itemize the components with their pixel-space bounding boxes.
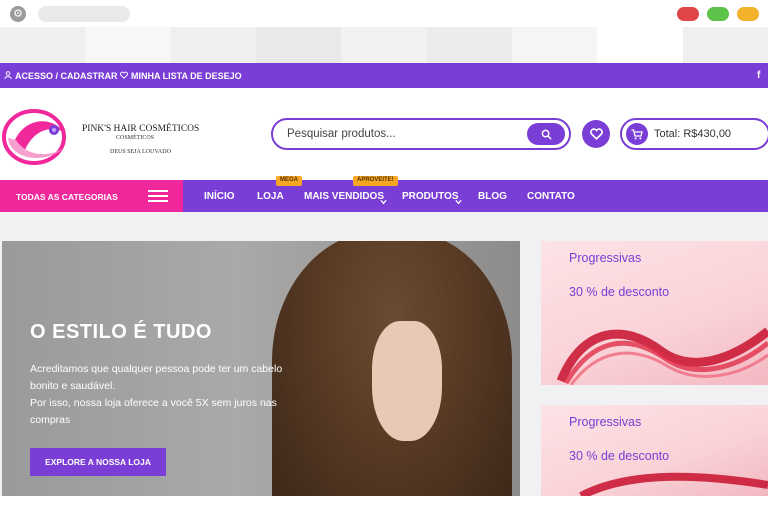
cart-icon [626, 123, 648, 145]
user-icon [4, 71, 12, 81]
menu-icon [148, 190, 168, 202]
account-label: ACESSO / CADASTRAR [15, 71, 118, 81]
tab[interactable] [341, 27, 427, 63]
close-window-icon[interactable] [677, 7, 699, 21]
minimize-window-icon[interactable] [737, 7, 759, 21]
address-bar[interactable] [38, 6, 130, 22]
explore-store-button[interactable]: EXPLORE A NOSSA LOJA [30, 448, 166, 476]
tab[interactable] [682, 27, 768, 63]
hero-title: O ESTILO É TUDO [30, 321, 212, 343]
page-bottom-edge [0, 496, 768, 512]
tab[interactable] [597, 27, 683, 63]
tab[interactable] [426, 27, 512, 63]
badge-mega: MEGA [276, 176, 302, 186]
chevron-down-icon [380, 192, 387, 210]
account-link[interactable]: ACESSO / CADASTRAR [4, 71, 118, 81]
nav-item-mais-vendidos[interactable]: MAIS VENDIDOS [304, 191, 384, 202]
logo-tagline: DEUS SEJA LOUVADO [110, 149, 171, 155]
store-logo[interactable]: PINK'S HAIR COSMÉTICOS COSMÉTICOS DEUS S… [2, 108, 199, 166]
nav-item-loja[interactable]: LOJA [257, 191, 284, 202]
cart-button[interactable]: Total: R$430,00 [620, 118, 768, 150]
cart-total: Total: R$430,00 [654, 128, 732, 140]
hero-text-line: Por isso, nossa loja oferece a você 5X s… [30, 397, 277, 409]
tab[interactable] [255, 27, 342, 63]
maximize-window-icon[interactable] [707, 7, 729, 21]
tab[interactable] [170, 27, 256, 63]
search-bar[interactable]: Pesquisar produtos... [271, 118, 571, 150]
logo-subtitle: COSMÉTICOS [116, 135, 155, 141]
tab[interactable] [511, 27, 598, 63]
hair-wave-image [556, 327, 768, 385]
tab-strip [0, 27, 768, 63]
chevron-down-icon [455, 192, 462, 210]
promo-title: Progressivas [569, 251, 642, 265]
hero-text-line: bonito e saudável. [30, 380, 116, 392]
all-categories-button[interactable]: TODAS AS CATEGORIAS [0, 180, 183, 212]
hero-text-line: Acreditamos que qualquer pessoa pode ter… [30, 363, 283, 375]
nav-item-blog[interactable]: BLOG [478, 191, 507, 202]
promo-title: Progressivas [569, 415, 642, 429]
promo-banner[interactable]: Progressivas 30 % de desconto [541, 405, 768, 496]
heart-icon [120, 71, 128, 81]
tab[interactable] [0, 27, 86, 63]
hero-banner: O ESTILO É TUDO Acreditamos que qualquer… [2, 241, 520, 496]
logo-title: PINK'S HAIR COSMÉTICOS [82, 124, 200, 134]
heart-icon [589, 128, 603, 140]
wishlist-button[interactable] [582, 120, 610, 148]
search-input[interactable]: Pesquisar produtos... [287, 128, 396, 140]
categories-label: TODAS AS CATEGORIAS [16, 192, 118, 202]
nav-item-inicio[interactable]: INÍCIO [204, 191, 235, 202]
promo-banner[interactable]: Progressivas 30 % de desconto [541, 241, 768, 385]
browser-chrome: ⚙ [0, 0, 768, 63]
wishlist-label: MINHA LISTA DE DESEJO [131, 71, 242, 81]
logo-emblem-icon [2, 109, 66, 165]
badge-aproveite: APROVEITE! [353, 176, 398, 186]
search-icon [541, 129, 552, 140]
tab[interactable] [85, 27, 171, 63]
nav-item-produtos[interactable]: PRODUTOS [402, 191, 459, 202]
hair-wave-image [579, 472, 768, 496]
search-button[interactable] [527, 123, 565, 145]
hero-text-line: compras [30, 414, 71, 426]
nav-item-contato[interactable]: CONTATO [527, 191, 575, 202]
wishlist-link[interactable]: MINHA LISTA DE DESEJO [120, 71, 242, 81]
facebook-icon[interactable]: f [757, 70, 760, 81]
top-bar: ACESSO / CADASTRAR MINHA LISTA DE DESEJO… [0, 63, 768, 88]
promo-discount: 30 % de desconto [569, 449, 670, 463]
hero-image-face [372, 321, 442, 441]
gear-icon[interactable]: ⚙ [10, 6, 26, 22]
